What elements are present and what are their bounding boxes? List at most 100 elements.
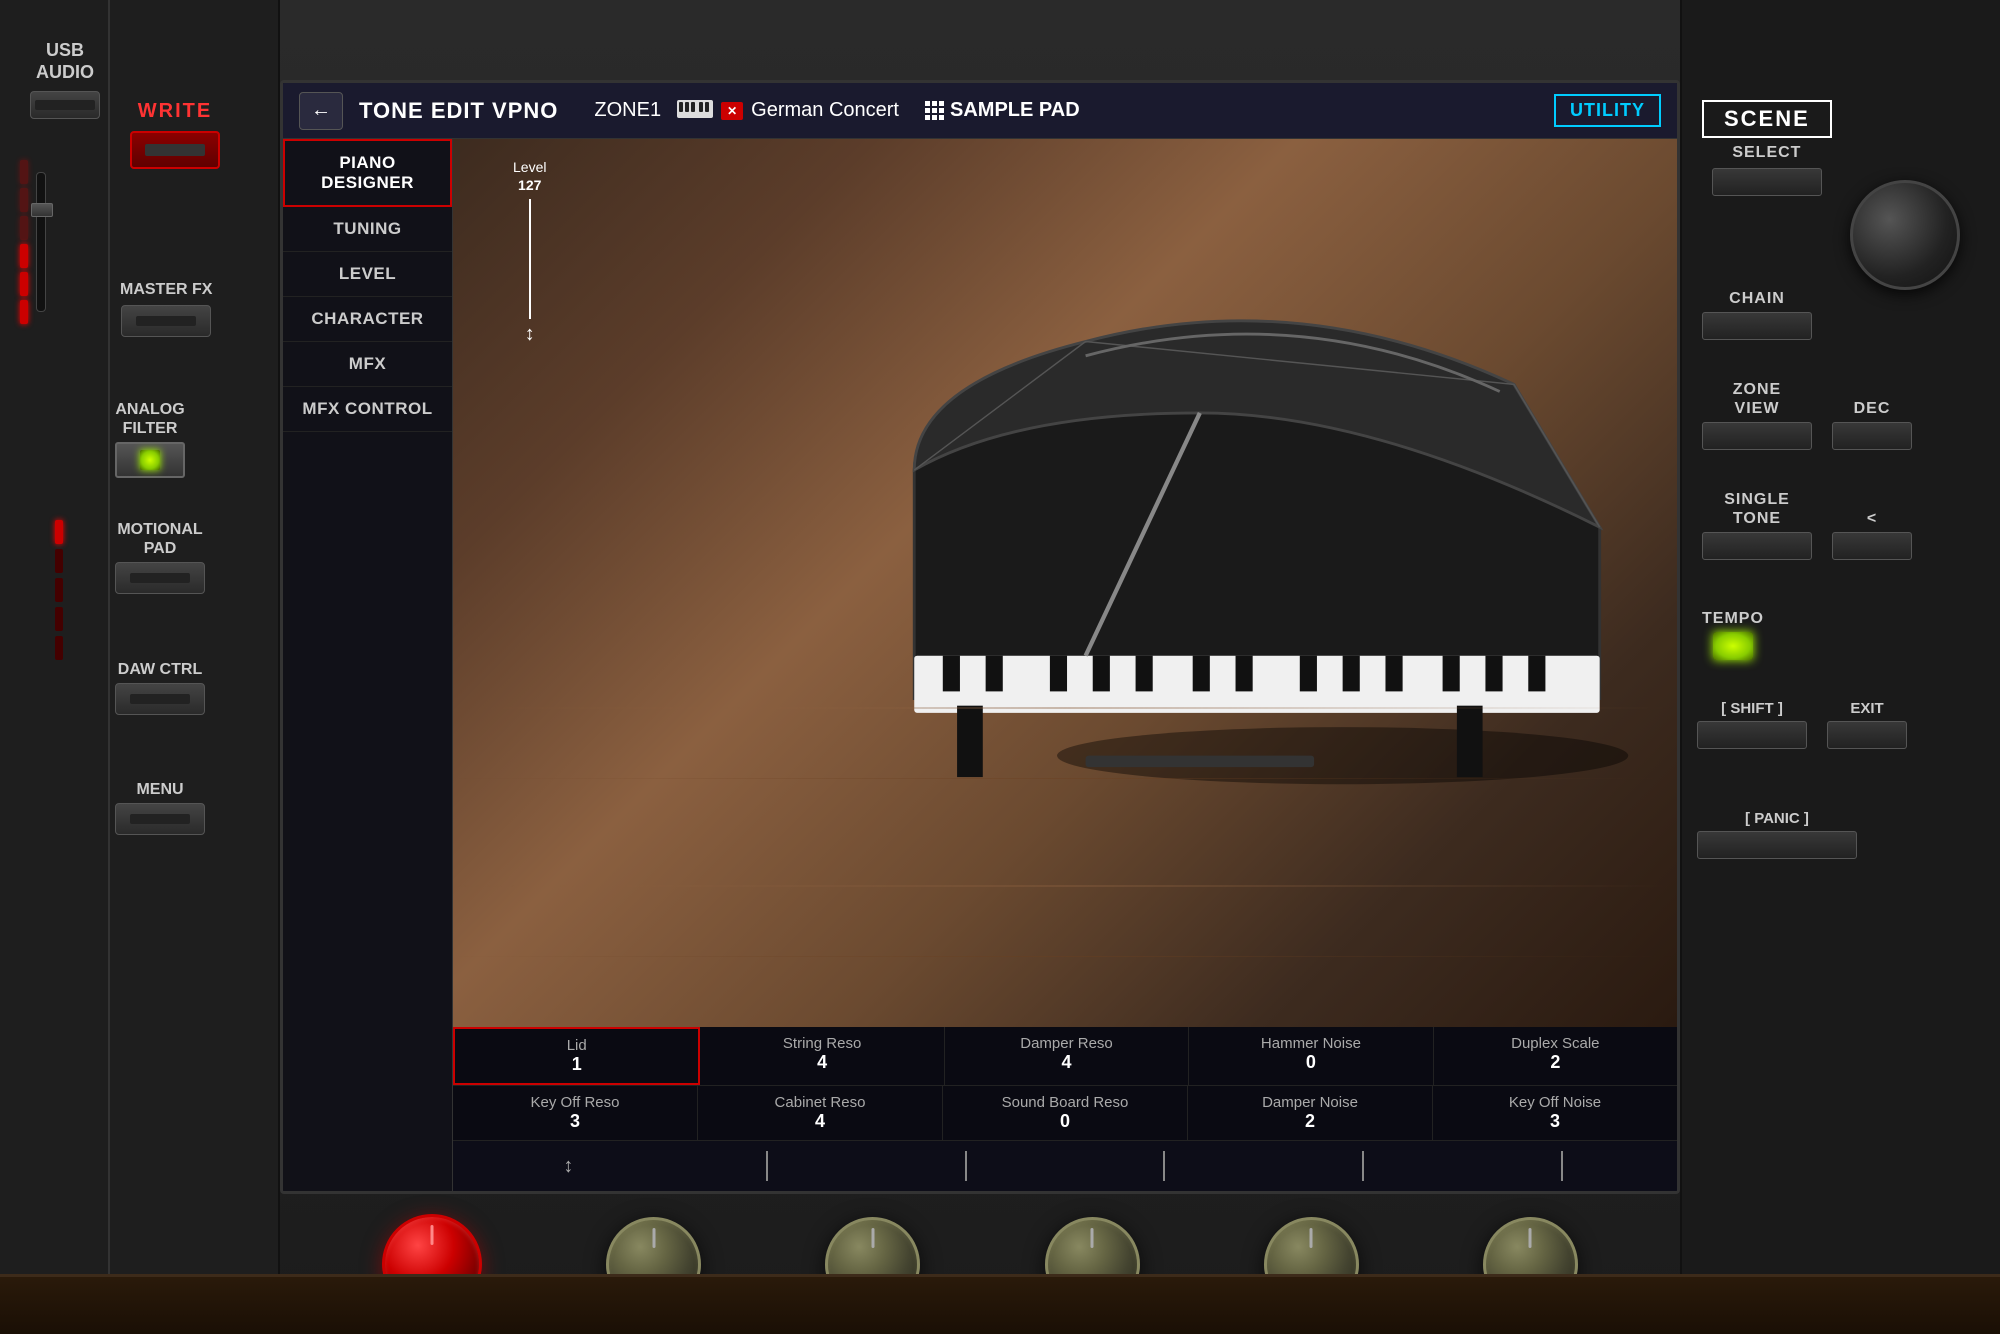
menu-item-character[interactable]: CHARACTER (283, 297, 452, 342)
less-than-button[interactable] (1832, 532, 1912, 560)
piano-background: Level 127 ↕ (453, 139, 1677, 1027)
exit-label: EXIT (1850, 700, 1883, 717)
select-button[interactable] (1712, 168, 1822, 196)
param-cabinet-reso-value: 4 (702, 1111, 938, 1132)
motional-pad-button[interactable] (115, 562, 205, 594)
param-cabinet-reso[interactable]: Cabinet Reso 4 (698, 1086, 943, 1140)
sample-pad-button[interactable]: SAMPLE PAD (925, 99, 1080, 122)
back-arrow-icon: ← (311, 99, 331, 122)
piano-small-icon (677, 100, 713, 122)
screen-area: ← TONE EDIT VPNO ZONE1 ✕ German Conce (280, 80, 1680, 1194)
sample-pad-label: SAMPLE PAD (950, 99, 1080, 122)
param-lid-value: 1 (459, 1054, 694, 1075)
param-damper-noise-name: Damper Noise (1192, 1094, 1428, 1111)
level-value: 127 (518, 177, 541, 193)
slider-col-0: ↕ (469, 1155, 668, 1178)
param-damper-reso-name: Damper Reso (949, 1035, 1184, 1052)
menu-item-tuning[interactable]: TUNING (283, 207, 452, 252)
param-string-reso-value: 4 (704, 1052, 939, 1073)
panic-button[interactable] (1697, 831, 1857, 859)
master-fx-button[interactable] (121, 305, 211, 337)
zone-view-button[interactable] (1702, 422, 1812, 450)
left-panel: USB AUDIO WRITE (0, 0, 280, 1334)
level-line (529, 199, 531, 319)
main-knob[interactable] (1850, 180, 1960, 290)
zone-view-label: ZONE VIEW (1733, 380, 1781, 418)
motional-pad-label: MOTIONAL PAD (117, 520, 202, 558)
menu-item-piano-designer[interactable]: PIANO DESIGNER (283, 139, 452, 207)
grid-icon (925, 101, 944, 120)
utility-button[interactable]: UTILITY (1554, 94, 1661, 127)
menu-item-mfx[interactable]: MFX (283, 342, 452, 387)
param-damper-noise[interactable]: Damper Noise 2 (1188, 1086, 1433, 1140)
menu-item-level[interactable]: LEVEL (283, 252, 452, 297)
knob-5-marker (1310, 1228, 1313, 1248)
slider-line-4 (1362, 1151, 1364, 1181)
slider-col-1 (668, 1151, 867, 1181)
param-key-off-noise[interactable]: Key Off Noise 3 (1433, 1086, 1677, 1140)
slider-line-5 (1561, 1151, 1563, 1181)
screen-content: PIANO DESIGNER TUNING LEVEL CHARACTER MF… (283, 139, 1677, 1191)
daw-ctrl-label: DAW CTRL (118, 660, 202, 679)
icon-group: ✕ German Concert (677, 99, 899, 122)
screen-right: Level 127 ↕ (453, 139, 1677, 1191)
usb-audio-label: USB AUDIO (36, 40, 94, 83)
param-hammer-noise-name: Hammer Noise (1193, 1035, 1428, 1052)
slider-col-5 (1462, 1151, 1661, 1181)
param-damper-reso[interactable]: Damper Reso 4 (945, 1027, 1189, 1085)
screen-menu: PIANO DESIGNER TUNING LEVEL CHARACTER MF… (283, 139, 453, 1191)
knob-1-marker (431, 1225, 434, 1245)
menu-label: MENU (136, 780, 183, 799)
knob-6-marker (1529, 1228, 1532, 1248)
slider-line-2 (965, 1151, 967, 1181)
panic-label: [ PANIC ] (1745, 810, 1809, 827)
screen-title: TONE EDIT VPNO (359, 98, 558, 124)
slider-line-3 (1163, 1151, 1165, 1181)
menu-item-mfx-control[interactable]: MFX CONTROL (283, 387, 452, 432)
usb-audio-button[interactable] (30, 91, 100, 119)
param-hammer-noise[interactable]: Hammer Noise 0 (1189, 1027, 1433, 1085)
param-duplex-scale-name: Duplex Scale (1438, 1035, 1673, 1052)
dec-button[interactable] (1832, 422, 1912, 450)
scene-label: SCENE (1702, 100, 1832, 138)
param-sound-board-reso-value: 0 (947, 1111, 1183, 1132)
select-label: SELECT (1732, 144, 1801, 162)
level-arrow-icon: ↕ (513, 323, 546, 346)
single-tone-button[interactable] (1702, 532, 1812, 560)
param-lid[interactable]: Lid 1 (453, 1027, 700, 1085)
slider-col-4 (1264, 1151, 1463, 1181)
concert-name: German Concert (751, 99, 899, 122)
param-key-off-reso-name: Key Off Reso (457, 1094, 693, 1111)
param-key-off-noise-value: 3 (1437, 1111, 1673, 1132)
param-lid-name: Lid (459, 1037, 694, 1054)
param-string-reso[interactable]: String Reso 4 (700, 1027, 944, 1085)
daw-ctrl-button[interactable] (115, 683, 205, 715)
knob-2-marker (652, 1228, 655, 1248)
exit-button[interactable] (1827, 721, 1907, 749)
param-damper-noise-value: 2 (1192, 1111, 1428, 1132)
chain-button[interactable] (1702, 312, 1812, 340)
write-button[interactable] (130, 131, 220, 169)
back-button[interactable]: ← (299, 92, 343, 130)
param-key-off-reso[interactable]: Key Off Reso 3 (453, 1086, 698, 1140)
x-badge: ✕ (721, 102, 743, 120)
param-key-off-reso-value: 3 (457, 1111, 693, 1132)
updown-arrow-icon: ↕ (563, 1155, 573, 1178)
param-string-reso-name: String Reso (704, 1035, 939, 1052)
param-sound-board-reso[interactable]: Sound Board Reso 0 (943, 1086, 1188, 1140)
right-panel: SCENE SELECT CHAIN ZONE VIEW DEC SINGLE … (1680, 0, 2000, 1334)
tempo-light (1713, 632, 1753, 660)
param-duplex-scale[interactable]: Duplex Scale 2 (1434, 1027, 1677, 1085)
analog-filter-toggle[interactable] (115, 442, 185, 478)
screen-header: ← TONE EDIT VPNO ZONE1 ✕ German Conce (283, 83, 1677, 139)
master-fx-label: MASTER FX (120, 280, 212, 299)
level-indicator: Level 127 ↕ (513, 159, 546, 346)
param-duplex-scale-value: 2 (1438, 1052, 1673, 1073)
slider-col-3 (1065, 1151, 1264, 1181)
param-damper-reso-value: 4 (949, 1052, 1184, 1073)
write-label: WRITE (138, 100, 212, 123)
screen-zone: ZONE1 (594, 99, 661, 122)
knob-4-marker (1091, 1228, 1094, 1248)
shift-button[interactable] (1697, 721, 1807, 749)
menu-button[interactable] (115, 803, 205, 835)
